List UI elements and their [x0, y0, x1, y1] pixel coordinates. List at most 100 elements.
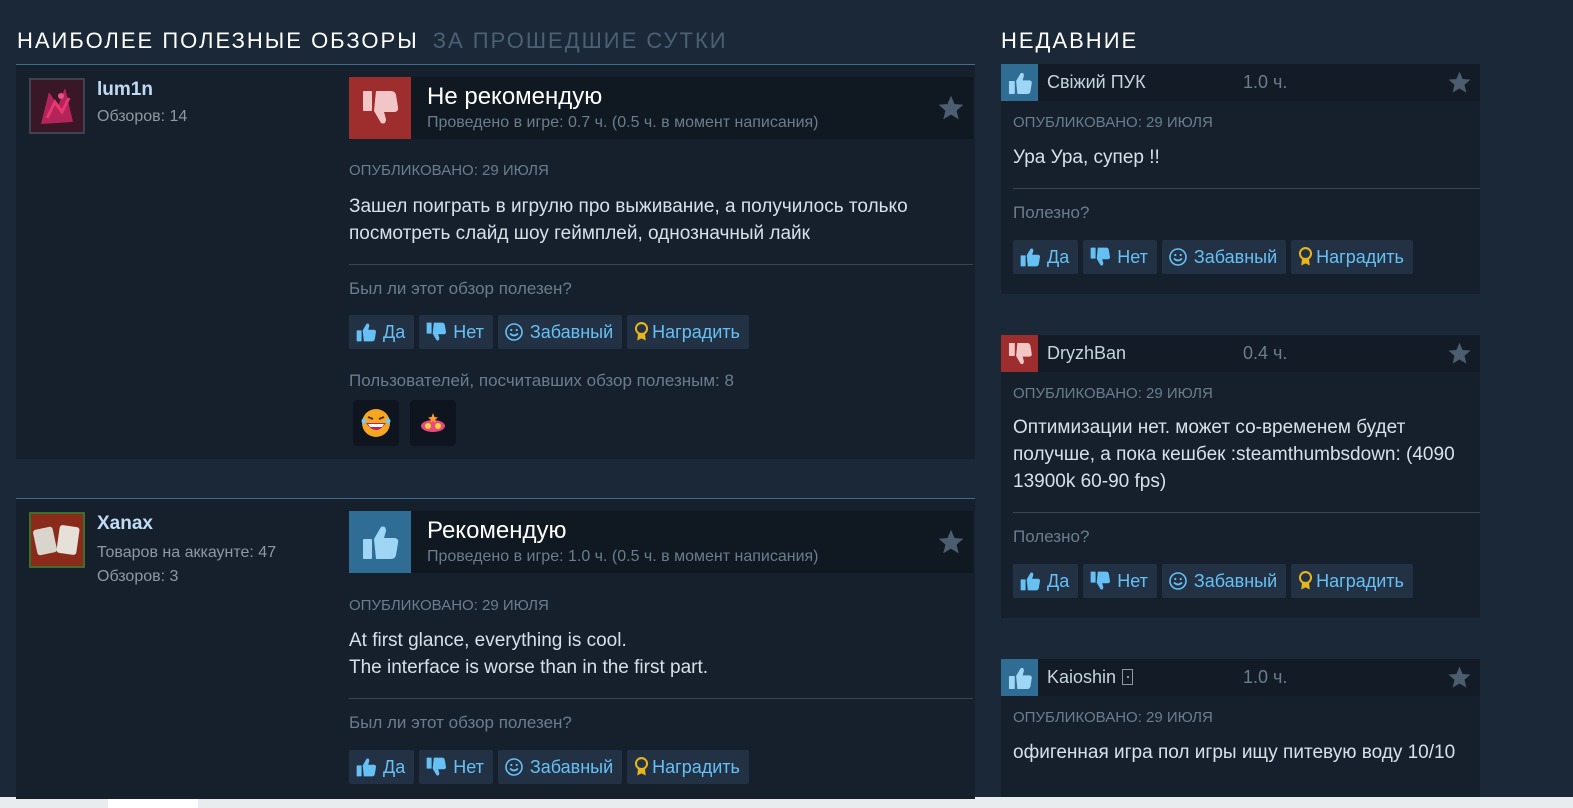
yes-button[interactable]: Да	[1013, 240, 1079, 274]
no-button[interactable]: Нет	[419, 750, 493, 784]
review-text-line: At first glance, everything is cool.	[349, 630, 627, 651]
author-stat[interactable]: Обзоров: 3	[97, 568, 178, 586]
yes-label: Да	[1047, 570, 1070, 591]
rate-buttons: Да Нет Забавный Наградить	[349, 750, 749, 784]
funny-label: Забавный	[1193, 246, 1278, 267]
award-button[interactable]: Наградить	[1291, 240, 1413, 274]
thumbs-up-icon	[1001, 659, 1038, 696]
funny-label: Забавный	[1193, 570, 1278, 591]
thumbs-up-icon	[1001, 64, 1038, 101]
author-name[interactable]: Свіжий ПУК	[1047, 72, 1146, 93]
thumbs-up-icon	[349, 511, 411, 573]
no-button[interactable]: Нет	[419, 315, 493, 349]
vote-header: Не рекомендую Проведено в игре: 0.7 ч. (…	[349, 77, 973, 139]
recent-review-header: Kaioshin 1.0 ч.	[1001, 659, 1480, 696]
author-name[interactable]: Xanax	[97, 513, 153, 535]
thumbs-down-icon	[425, 756, 447, 778]
review-text-line: The interface is worse than in the first…	[349, 657, 709, 678]
divider	[1013, 512, 1480, 513]
helpful-count: Пользователей, посчитавших обзор полезны…	[349, 371, 734, 390]
funny-button[interactable]: Забавный	[497, 750, 623, 784]
thumbs-up-icon	[1019, 570, 1041, 592]
section-heading: НАИБОЛЕЕ ПОЛЕЗНЫЕ ОБЗОРЫ ЗА ПРОШЕДШИЕ СУТ…	[17, 28, 728, 54]
award-label: Наградить	[1316, 570, 1404, 591]
thumbs-down-icon	[425, 321, 447, 343]
verdict-title[interactable]: Не рекомендую	[427, 83, 602, 111]
recent-review-header: DryzhBan 0.4 ч.	[1001, 335, 1480, 372]
thumbs-down-icon	[1001, 335, 1038, 372]
yes-label: Да	[383, 756, 406, 777]
award-button[interactable]: Наградить	[627, 315, 749, 349]
smile-icon	[1168, 247, 1188, 267]
award-ribbon-icon	[1297, 246, 1314, 268]
review-text: Ура Ура, супер !!	[1013, 147, 1160, 168]
playtime: 1.0 ч.	[1243, 667, 1288, 687]
playtime: Проведено в игре: 1.0 ч. (0.5 ч. в момен…	[427, 548, 819, 565]
divider	[349, 264, 973, 265]
author-name[interactable]: DryzhBan	[1047, 343, 1126, 364]
award-button[interactable]: Наградить	[1291, 564, 1413, 598]
recent-review-card: DryzhBan 0.4 ч. ОПУБЛИКОВАНО: 29 ИЮЛЯ Оп…	[1001, 335, 1480, 618]
review-text: At first glance, everything is cool. The…	[349, 627, 959, 681]
funny-label: Забавный	[529, 321, 614, 342]
award-label: Наградить	[652, 756, 740, 777]
yes-button[interactable]: Да	[349, 750, 415, 784]
rate-buttons: Да Нет Забавный Наградить	[1013, 240, 1413, 274]
laughing-emoji-award-icon[interactable]	[353, 400, 399, 446]
no-button[interactable]: Нет	[1083, 240, 1157, 274]
thumbs-down-icon	[349, 77, 411, 139]
rate-buttons: Да Нет Забавный Наградить	[349, 315, 749, 349]
award-label: Наградить	[652, 321, 740, 342]
star-icon[interactable]	[1447, 341, 1472, 371]
party-award-icon[interactable]	[410, 400, 456, 446]
award-ribbon-icon	[633, 321, 650, 343]
yes-button[interactable]: Да	[349, 315, 415, 349]
author-stat[interactable]: Товаров на аккаунте: 47	[97, 544, 276, 562]
star-icon[interactable]	[937, 94, 965, 127]
thumbs-up-icon	[1019, 246, 1041, 268]
yes-label: Да	[383, 321, 406, 342]
avatar[interactable]	[29, 512, 85, 568]
no-label: Нет	[453, 321, 484, 342]
recent-review-header: Свіжий ПУК 1.0 ч.	[1001, 64, 1480, 101]
avatar[interactable]	[29, 78, 85, 134]
no-button[interactable]: Нет	[1083, 564, 1157, 598]
device-badge-icon	[1122, 669, 1134, 685]
posted-date: ОПУБЛИКОВАНО: 29 ИЮЛЯ	[1013, 385, 1213, 402]
rate-buttons: Да Нет Забавный Наградить	[1013, 564, 1413, 598]
funny-label: Забавный	[529, 756, 614, 777]
funny-button[interactable]: Забавный	[1161, 564, 1287, 598]
funny-button[interactable]: Забавный	[497, 315, 623, 349]
divider	[1013, 188, 1480, 189]
funny-button[interactable]: Забавный	[1161, 240, 1287, 274]
thumbs-down-icon	[1089, 570, 1111, 592]
thumbs-up-icon	[355, 756, 377, 778]
yes-label: Да	[1047, 246, 1070, 267]
review-text: Зашел поиграть в игрулю про выживание, а…	[349, 196, 908, 244]
star-icon[interactable]	[1447, 665, 1472, 695]
award-ribbon-icon	[1297, 570, 1314, 592]
recent-heading: НЕДАВНИЕ	[1001, 28, 1139, 53]
thumbs-up-icon	[355, 321, 377, 343]
verdict-title[interactable]: Рекомендую	[427, 517, 567, 545]
review-text: офигенная игра пол игры ищу питевую воду…	[1013, 742, 1456, 763]
smile-icon	[1168, 571, 1188, 591]
review-text: Оптимизации нет. может со-временем будет…	[1013, 417, 1455, 492]
helpful-question: Был ли этот обзор полезен?	[349, 279, 572, 298]
star-icon[interactable]	[937, 528, 965, 561]
award-button[interactable]: Наградить	[627, 750, 749, 784]
author-name[interactable]: Kaioshin	[1047, 667, 1134, 688]
review-card: Xanax Товаров на аккаунте: 47 Обзоров: 3…	[16, 498, 975, 799]
section-period[interactable]: ЗА ПРОШЕДШИЕ СУТКИ	[433, 28, 728, 53]
review-card: lum1n Обзоров: 14 Не рекомендую Проведен…	[16, 64, 975, 459]
award-list	[353, 400, 456, 446]
no-label: Нет	[1117, 570, 1148, 591]
author-name-text: Kaioshin	[1047, 667, 1117, 687]
vote-header: Рекомендую Проведено в игре: 1.0 ч. (0.5…	[349, 511, 973, 573]
helpful-question: Был ли этот обзор полезен?	[349, 713, 572, 732]
star-icon[interactable]	[1447, 70, 1472, 100]
author-stat[interactable]: Обзоров: 14	[97, 108, 187, 126]
author-name[interactable]: lum1n	[97, 79, 153, 101]
award-label: Наградить	[1316, 246, 1404, 267]
yes-button[interactable]: Да	[1013, 564, 1079, 598]
